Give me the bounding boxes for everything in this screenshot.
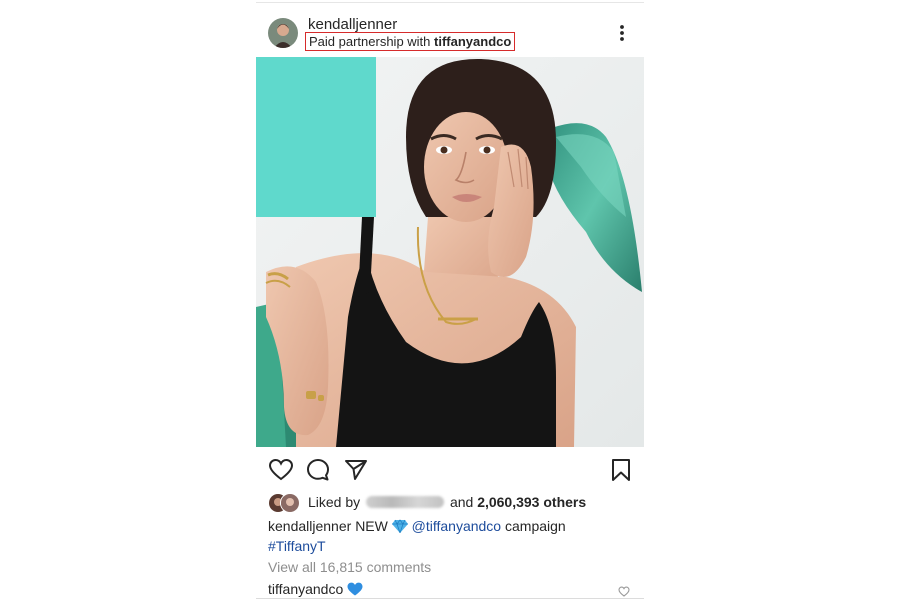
liker-avatar xyxy=(280,493,300,513)
heart-icon xyxy=(618,586,630,597)
caption-text-after: campaign xyxy=(505,518,566,534)
post-caption: kendalljenner NEW @tiffanyandco campaign… xyxy=(268,516,638,556)
more-options-button[interactable] xyxy=(612,22,632,44)
instagram-post: kendalljenner Paid partnership with tiff… xyxy=(256,0,644,600)
save-button[interactable] xyxy=(608,457,634,483)
sponsor-name[interactable]: tiffanyandco xyxy=(434,34,511,49)
blue-heart-emoji-icon xyxy=(347,582,363,596)
like-button[interactable] xyxy=(268,457,294,483)
more-vertical-icon xyxy=(620,25,624,41)
heart-icon xyxy=(268,458,294,481)
comment-icon xyxy=(307,459,329,481)
likes-text: Liked by and 2,060,393 others xyxy=(308,493,586,511)
caption-mention[interactable]: @tiffanyandco xyxy=(412,518,501,534)
bottom-divider xyxy=(256,598,644,599)
top-divider xyxy=(256,2,644,3)
caption-hashtag[interactable]: #TiffanyT xyxy=(268,538,326,554)
paid-partnership-label[interactable]: Paid partnership with tiffanyandco xyxy=(305,32,516,51)
likes-connector: and xyxy=(449,494,474,510)
caption-username[interactable]: kendalljenner xyxy=(268,518,351,534)
comment-like-button[interactable] xyxy=(618,584,630,597)
comment-button[interactable] xyxy=(305,457,331,483)
comment-row: tiffanyandco xyxy=(268,580,363,598)
share-button[interactable] xyxy=(343,457,369,483)
comment-username[interactable]: tiffanyandco xyxy=(268,581,343,597)
page: kendalljenner Paid partnership with tiff… xyxy=(0,0,900,600)
blurred-username xyxy=(366,496,445,508)
diamond-emoji-icon xyxy=(391,518,408,535)
view-all-comments-link[interactable]: View all 16,815 comments xyxy=(268,558,431,576)
paid-partnership-prefix: Paid partnership with xyxy=(309,34,431,49)
profile-avatar[interactable] xyxy=(268,18,298,48)
caption-text-before: NEW xyxy=(355,518,388,534)
likes-prefix: Liked by xyxy=(308,494,361,510)
bookmark-icon xyxy=(612,459,630,481)
send-icon xyxy=(345,460,367,480)
likes-count[interactable]: 2,060,393 others xyxy=(477,494,586,510)
post-image[interactable] xyxy=(256,57,644,447)
